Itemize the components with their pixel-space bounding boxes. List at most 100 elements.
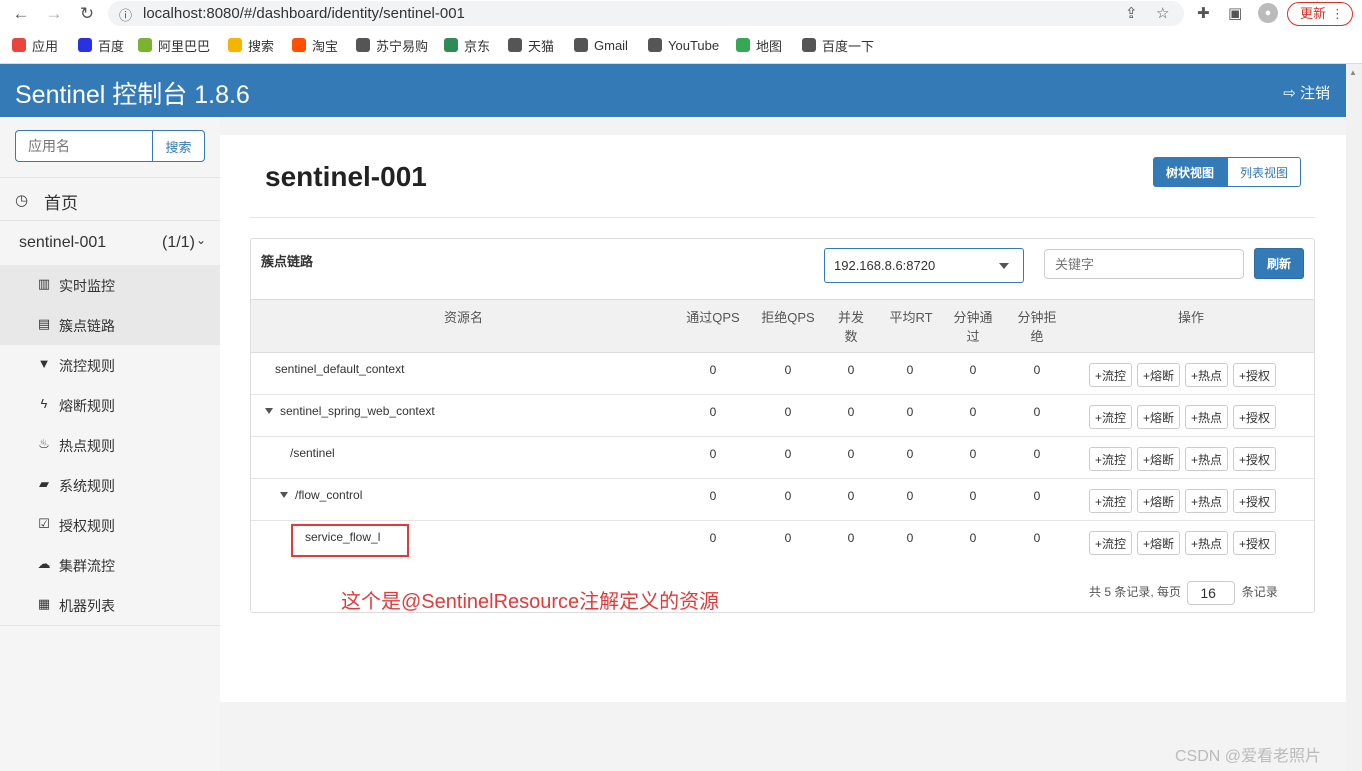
metric-cell: 0 [847,363,855,377]
home-label: 首页 [44,194,78,213]
sidebar-item-menu[interactable]: ▼ 流控规则 [0,345,220,385]
add-degrade-rule-button[interactable]: +熔断 [1137,531,1181,555]
col-concurrency: 并发数 [831,308,871,346]
page-size-input[interactable]: 16 [1187,581,1236,605]
keyword-input[interactable] [1044,249,1244,279]
sidebar-item-menu[interactable]: ▰ 系统规则 [0,465,220,505]
sidebar-item-menu[interactable]: ϟ 熔断规则 [0,385,220,425]
sidebar-item-menu[interactable]: ▥ 实时监控 [0,265,220,305]
bookmark-item[interactable]: 百度一下 [802,34,874,56]
metric-cell: 0 [784,489,792,503]
app-name: sentinel-001 [19,234,107,251]
sidebar-divider [0,625,220,626]
sidepanel-icon[interactable]: ▣ [1228,4,1242,22]
star-icon[interactable]: ☆ [1156,4,1169,22]
sidebar-item-menu[interactable]: ☑ 授权规则 [0,505,220,545]
scroll-up-icon[interactable]: ▲ [1349,68,1359,82]
add-auth-rule-button[interactable]: +授权 [1233,447,1277,471]
bookmark-label: 天猫 [528,38,555,54]
maps-icon [736,38,750,52]
bookmark-item[interactable]: 苏宁易购 [356,34,428,56]
bookmark-item[interactable]: 阿里巴巴 [138,34,210,56]
metric-cell: 0 [784,447,792,461]
extensions-icon[interactable]: ✚ [1197,4,1210,22]
col-min-block: 分钟拒绝 [1013,308,1061,346]
add-hotspot-rule-button[interactable]: +热点 [1185,405,1229,429]
resource-name[interactable]: sentinel_spring_web_context [265,404,435,418]
app-search: 搜索 [15,130,205,162]
sidebar-item-menu[interactable]: ▦ 机器列表 [0,585,220,625]
taobao-icon [292,38,306,52]
update-button[interactable]: 更新 ⋮ [1287,2,1353,26]
add-degrade-rule-button[interactable]: +熔断 [1137,447,1181,471]
pager-suffix: 条记录 [1241,585,1278,600]
tree-view-button[interactable]: 树状视图 [1153,157,1228,187]
add-flow-rule-button[interactable]: +流控 [1089,447,1133,471]
sidebar-item-menu[interactable]: ♨ 热点规则 [0,425,220,465]
update-label: 更新 [1300,6,1327,21]
info-icon[interactable]: ⓘ [119,5,132,24]
share-icon[interactable]: ⇪ [1125,4,1138,22]
sidebar-item-menu[interactable]: ☁ 集群流控 [0,545,220,585]
sidebar: 搜索 ◷ 首页 sentinel-001 (1/1) ⌄ ▥ 实时监控 ▤ 簇点链路 ▼… [0,117,220,771]
app-search-input[interactable] [15,130,152,162]
sidebar-item-menu[interactable]: ▤ 簇点链路 [0,305,220,345]
bookmark-item[interactable]: 天猫 [508,34,554,56]
table-row: /flow_control 0 0 0 0 0 0 +流控 +熔断 +热点 +授权 [251,479,1314,521]
add-auth-rule-button[interactable]: +授权 [1233,531,1277,555]
machine-select[interactable]: 192.168.8.6:8720 [824,248,1024,283]
resource-name[interactable]: /sentinel [290,446,335,460]
bookmark-item[interactable]: YouTube [648,34,719,56]
logout-link[interactable]: ⇨ 注销 [1283,82,1330,103]
add-hotspot-rule-button[interactable]: +热点 [1185,489,1229,513]
bookmark-item[interactable]: 地图 [736,34,782,56]
add-flow-rule-button[interactable]: +流控 [1089,363,1133,387]
add-flow-rule-button[interactable]: +流控 [1089,531,1133,555]
app-search-button[interactable]: 搜索 [152,130,205,162]
sidebar-app-sentinel-001[interactable]: sentinel-001 (1/1) ⌄ [0,221,220,265]
add-hotspot-rule-button[interactable]: +热点 [1185,531,1229,555]
bookmark-item[interactable]: 应用 [12,34,58,56]
bookmark-item[interactable]: Gmail [574,34,628,56]
add-hotspot-rule-button[interactable]: +热点 [1185,363,1229,387]
forward-icon[interactable]: → [43,3,65,25]
list-view-button[interactable]: 列表视图 [1227,157,1302,187]
add-flow-rule-button[interactable]: +流控 [1089,489,1133,513]
profile-avatar[interactable]: ● [1258,3,1278,23]
caret-down-icon[interactable] [280,492,288,498]
brand-title[interactable]: Sentinel 控制台 1.8.6 [15,75,250,111]
machine-select-value: 192.168.8.6:8720 [834,258,936,273]
scrollbar[interactable]: ▲ [1346,64,1362,771]
add-flow-rule-button[interactable]: +流控 [1089,405,1133,429]
add-degrade-rule-button[interactable]: +熔断 [1137,405,1181,429]
address-bar[interactable]: ⓘ localhost:8080/#/dashboard/identity/se… [108,1,1184,26]
resource-name[interactable]: /flow_control [280,488,362,502]
add-auth-rule-button[interactable]: +授权 [1233,363,1277,387]
add-auth-rule-button[interactable]: +授权 [1233,489,1277,513]
bookmark-item[interactable]: 百度 [78,34,124,56]
bar-chart-icon: ▥ [37,276,51,291]
sidebar-item-home[interactable]: ◷ 首页 [0,177,220,221]
add-hotspot-rule-button[interactable]: +热点 [1185,447,1229,471]
sidebar-item-label: 簇点链路 [59,318,115,334]
list-icon: ▤ [37,316,51,331]
bookmark-item[interactable]: 搜索 [228,34,274,56]
bookmark-item[interactable]: 淘宝 [292,34,338,56]
add-degrade-rule-button[interactable]: +熔断 [1137,363,1181,387]
caret-down-icon[interactable] [265,408,273,414]
col-resource: 资源名 [443,310,483,325]
reload-icon[interactable]: ↻ [76,3,98,25]
add-auth-rule-button[interactable]: +授权 [1233,405,1277,429]
row-actions: +流控 +熔断 +热点 +授权 [1089,489,1277,513]
app-count: (1/1) [162,234,195,251]
add-degrade-rule-button[interactable]: +熔断 [1137,489,1181,513]
bookmark-item[interactable]: 京东 [444,34,490,56]
col-min-pass-l1: 分钟通 [953,310,993,325]
col-actions: 操作 [1177,310,1204,325]
refresh-button[interactable]: 刷新 [1254,248,1304,279]
table-row: /sentinel 0 0 0 0 0 0 +流控 +熔断 +热点 +授权 [251,437,1314,479]
back-icon[interactable]: ← [10,3,32,25]
resource-name[interactable]: sentinel_default_context [275,362,404,376]
bookmark-label: 淘宝 [312,38,339,54]
sidebar-item-label: 热点规则 [59,438,115,454]
